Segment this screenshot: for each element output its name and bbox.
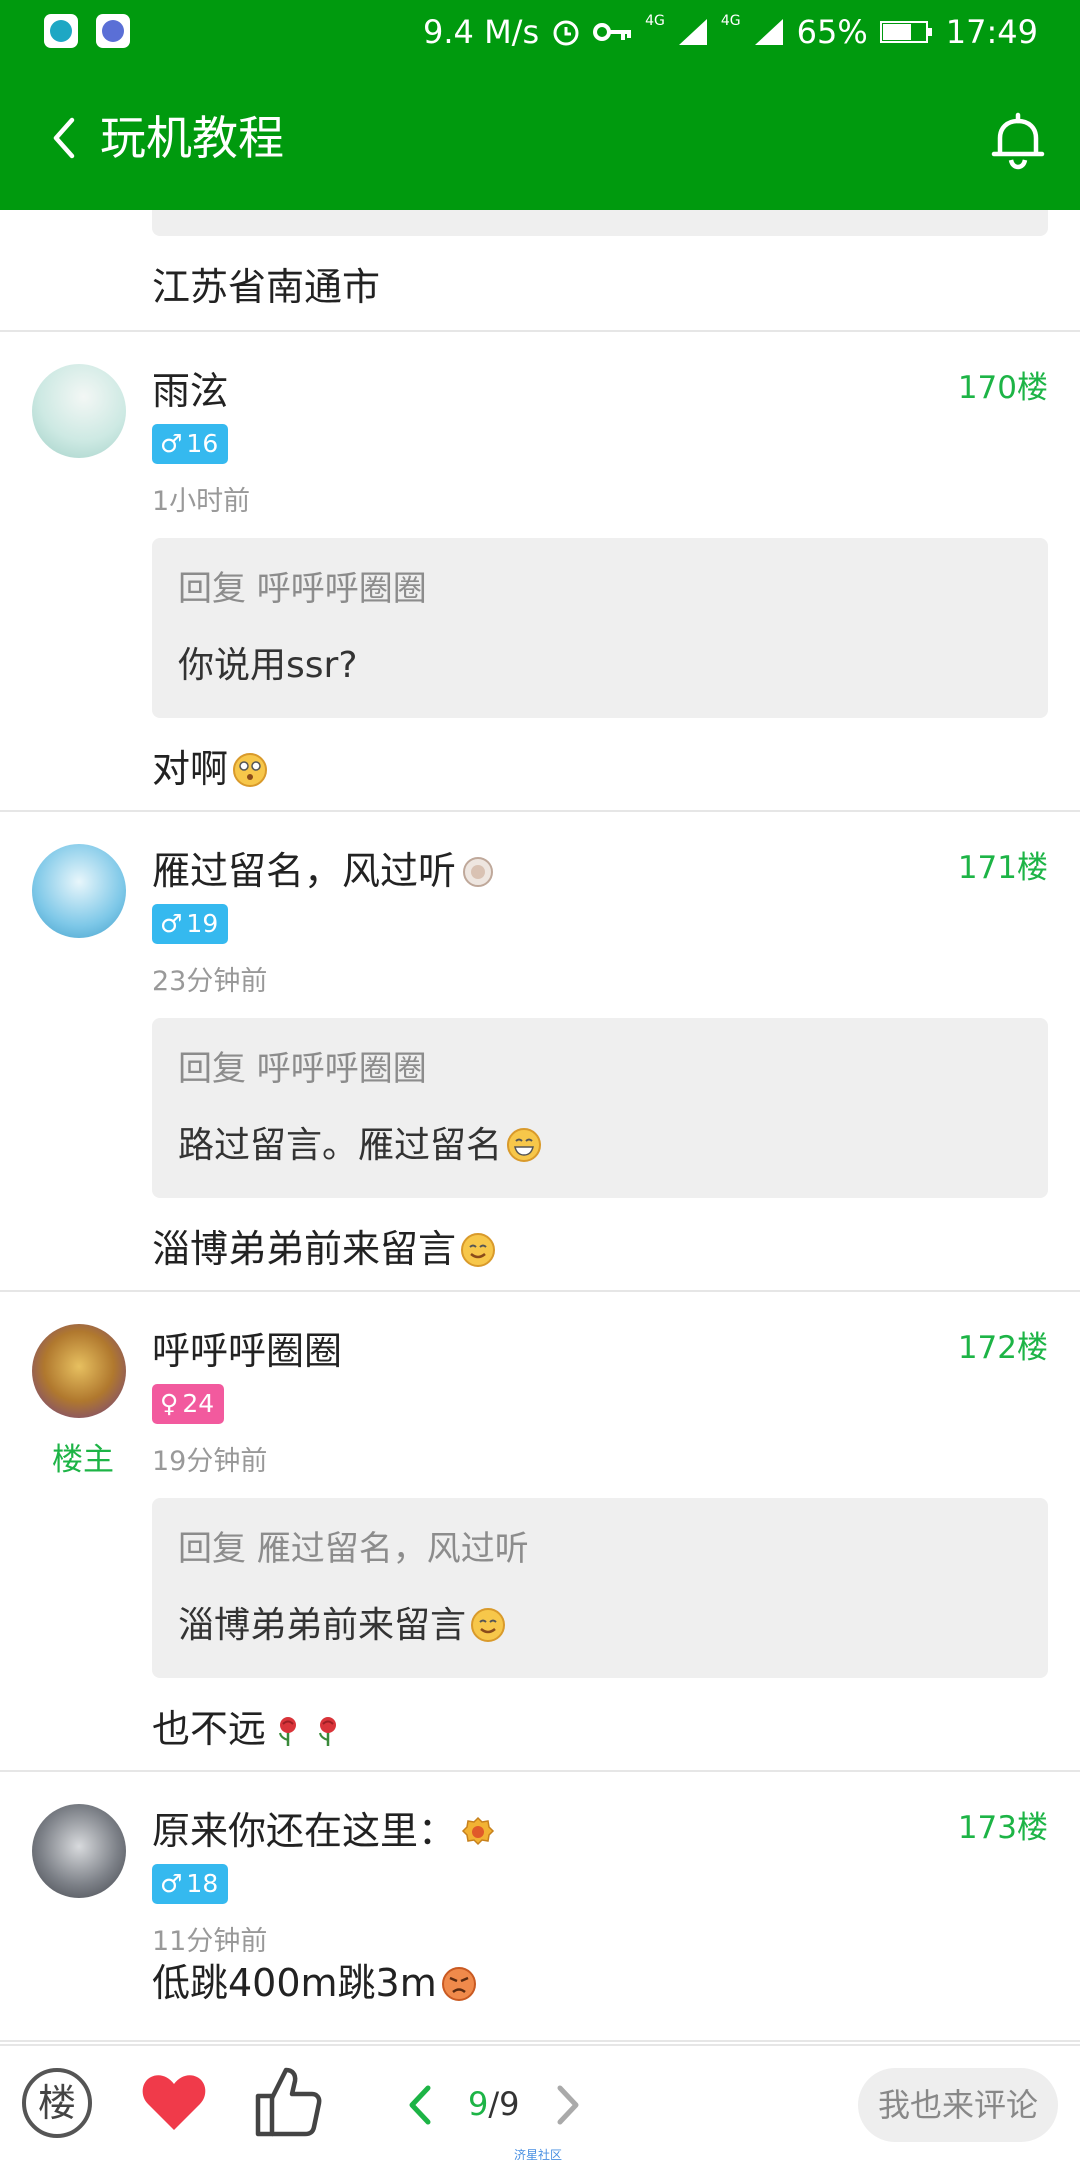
level-number: 24: [182, 1389, 215, 1418]
post-time: 11分钟前: [152, 1926, 268, 1957]
username-row[interactable]: 雁过留名，风过听: [152, 846, 496, 896]
grin-emoji-icon: [507, 1128, 542, 1162]
quote-reply-to: 回复 雁过留名，风过听: [178, 1529, 529, 1569]
status-bar: 9.4 M/s 4G 4G 65% 17:49: [0, 0, 1080, 64]
notification-icons: [44, 14, 130, 48]
avatar[interactable]: [32, 364, 126, 458]
clock: 17:49: [945, 13, 1038, 51]
total-pages: /9: [488, 2085, 520, 2123]
username: 雁过留名，风过听: [152, 849, 457, 893]
author-badge: 楼主: [52, 1442, 114, 1478]
quote-text: 你说用ssr?: [178, 645, 358, 686]
username[interactable]: 呼呼呼圈圈: [152, 1326, 342, 1376]
battery-percent: 65%: [796, 13, 868, 51]
quote-box: 回复 呼呼呼圈圈 路过留言。雁过留名: [152, 1018, 1048, 1198]
network-speed: 9.4 M/s: [423, 13, 540, 51]
male-icon: ♂: [160, 429, 183, 458]
current-page: 9: [468, 2085, 489, 2123]
quote-box: [152, 210, 1048, 236]
floor-number: 170楼: [957, 370, 1048, 406]
quote-text: 淄博弟弟前来留言: [178, 1605, 467, 1646]
quote-text: 路过留言。雁过留名: [178, 1125, 503, 1166]
gender-level-badge: ♂ 19: [152, 904, 229, 944]
app-header: 玩机教程: [0, 64, 1080, 210]
post-time: 19分钟前: [152, 1446, 268, 1477]
angry-emoji-icon: [441, 1967, 476, 2001]
level-number: 19: [186, 909, 219, 938]
thumbs-up-icon[interactable]: [252, 2062, 324, 2140]
heart-icon[interactable]: [138, 2066, 210, 2138]
username: 原来你还在这里：: [152, 1809, 457, 1853]
network-type-label: 4G: [645, 13, 665, 29]
rose-icon: [279, 1717, 297, 1746]
bottom-action-bar: 楼 9/9 我也来评论 济星社区: [0, 2044, 1080, 2160]
reply-text: 对啊: [152, 747, 229, 791]
comment-item: 雨泫 170楼 ♂ 16 1小时前 回复 呼呼呼圈圈 你说用ssr? 对啊: [0, 332, 1080, 812]
quote-box: 回复 雁过留名，风过听 淄博弟弟前来留言: [152, 1498, 1048, 1678]
reply-text: 淄博弟弟前来留言: [152, 1227, 457, 1271]
watermark-text: 济星社区: [514, 2148, 563, 2160]
quote-box: 回复 呼呼呼圈圈 你说用ssr?: [152, 538, 1048, 718]
male-icon: ♂: [160, 909, 183, 938]
avatar[interactable]: [32, 1804, 126, 1898]
gender-level-badge: ♀ 24: [152, 1384, 225, 1424]
comment-item: 原来你还在这里： 173楼 ♂ 18 11分钟前 低跳400m跳3m: [0, 1772, 1080, 2042]
username-row[interactable]: 原来你还在这里：: [152, 1806, 496, 1856]
smile-emoji-icon: [461, 1233, 496, 1267]
post-time: 23分钟前: [152, 966, 268, 997]
avatar[interactable]: [32, 844, 126, 938]
gender-level-badge: ♂ 18: [152, 1864, 229, 1904]
quote-text-row: 路过留言。雁过留名: [178, 1122, 542, 1170]
medal-emoji-icon: [463, 857, 494, 887]
floor-number: 171楼: [957, 850, 1048, 886]
rose-icon: [319, 1717, 337, 1746]
avatar[interactable]: [32, 1324, 126, 1418]
reply-text-row: 也不远: [152, 1704, 346, 1754]
gender-level-badge: ♂ 16: [152, 424, 229, 464]
level-number: 18: [186, 1869, 219, 1898]
signal-icon: [754, 19, 783, 45]
reply-text: 也不远: [152, 1707, 267, 1751]
page-title: 玩机教程: [100, 111, 284, 165]
comment-list[interactable]: 江苏省南通市 雨泫 170楼 ♂ 16 1小时前 回复 呼呼呼圈圈 你说用ssr…: [0, 210, 1080, 2044]
comment-input-button[interactable]: 我也来评论: [858, 2068, 1058, 2142]
signal-icon: [678, 19, 707, 45]
reply-text-row: 对啊: [152, 744, 268, 794]
location-text: 江苏省南通市: [152, 265, 381, 309]
quote-text-row: 淄博弟弟前来留言: [178, 1602, 506, 1650]
post-time: 1小时前: [152, 486, 251, 517]
smile-emoji-icon: [471, 1608, 506, 1642]
previous-page-icon[interactable]: [400, 2080, 440, 2130]
jump-to-floor-button[interactable]: 楼: [22, 2068, 92, 2138]
reply-text: 低跳400m跳3m: [152, 1961, 437, 2005]
level-number: 16: [186, 429, 219, 458]
surprised-emoji-icon: [233, 753, 268, 787]
network-type-label: 4G: [720, 13, 741, 29]
next-page-icon[interactable]: [548, 2080, 588, 2130]
quote-reply-to: 回复 呼呼呼圈圈: [178, 1049, 427, 1089]
floor-number: 172楼: [957, 1330, 1048, 1366]
comment-item: 雁过留名，风过听 171楼 ♂ 19 23分钟前 回复 呼呼呼圈圈 路过留言。雁…: [0, 812, 1080, 1292]
key-icon: [593, 23, 632, 41]
back-arrow-icon[interactable]: [36, 108, 96, 168]
female-icon: ♀: [160, 1389, 179, 1418]
bell-icon[interactable]: [986, 108, 1050, 172]
reply-text-row: 淄博弟弟前来留言: [152, 1224, 496, 1274]
battery-icon: [879, 21, 932, 43]
comment-item: 楼主 呼呼呼圈圈 172楼 ♀ 24 19分钟前 回复 雁过留名，风过听 淄博弟…: [0, 1292, 1080, 1772]
page-indicator: 9/9: [468, 2082, 520, 2126]
quote-reply-to: 回复 呼呼呼圈圈: [178, 569, 427, 609]
reply-text-row: 低跳400m跳3m: [152, 1958, 477, 2008]
previous-comment-tail: 江苏省南通市: [0, 210, 1080, 332]
alarm-icon: [553, 20, 579, 46]
username[interactable]: 雨泫: [152, 366, 228, 416]
app-notification-icon: [44, 14, 78, 48]
app-notification-icon: [96, 14, 130, 48]
male-icon: ♂: [160, 1869, 183, 1898]
floor-number: 173楼: [957, 1810, 1048, 1846]
medal-emoji-icon: [461, 1816, 495, 1846]
